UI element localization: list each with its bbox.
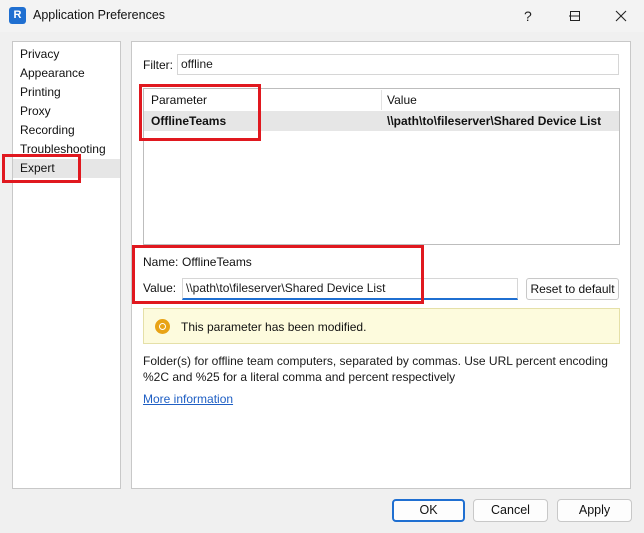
row-value-cell: \\path\to\fileserver\Shared Device List	[387, 114, 602, 128]
maximize-button[interactable]	[552, 0, 598, 32]
category-printing[interactable]: Printing	[13, 83, 120, 102]
more-information-link[interactable]: More information	[143, 392, 233, 406]
category-troubleshooting[interactable]: Troubleshooting	[13, 140, 120, 159]
help-button[interactable]: ?	[505, 0, 551, 32]
close-button[interactable]	[598, 0, 644, 32]
modified-notice: This parameter has been modified.	[143, 308, 620, 344]
close-icon	[615, 10, 627, 22]
category-privacy[interactable]: Privacy	[13, 45, 120, 64]
cancel-button[interactable]: Cancel	[473, 499, 548, 522]
category-recording[interactable]: Recording	[13, 121, 120, 140]
title-bar: R Application Preferences ?	[0, 0, 644, 32]
category-appearance[interactable]: Appearance	[13, 64, 120, 83]
filter-label: Filter:	[143, 58, 173, 72]
column-header-value[interactable]: Value	[387, 89, 417, 111]
category-expert[interactable]: Expert	[13, 159, 120, 178]
settings-panel: Filter: offline Parameter Value OfflineT…	[131, 41, 631, 489]
window-title: Application Preferences	[33, 8, 166, 22]
value-label: Value:	[143, 281, 177, 295]
table-row[interactable]: OfflineTeams \\path\to\fileserver\Shared…	[144, 111, 619, 131]
warning-icon	[155, 319, 170, 334]
category-list: Privacy Appearance Printing Proxy Record…	[12, 41, 121, 489]
app-icon: R	[9, 7, 26, 24]
parameter-table: Parameter Value OfflineTeams \\path\to\f…	[143, 88, 620, 245]
name-label: Name:	[143, 255, 179, 269]
maximize-icon	[570, 11, 580, 21]
column-separator[interactable]	[381, 90, 382, 110]
column-header-parameter[interactable]: Parameter	[151, 89, 207, 111]
row-parameter-cell: OfflineTeams	[151, 114, 227, 128]
help-icon: ?	[524, 9, 532, 23]
ok-button[interactable]: OK	[392, 499, 465, 522]
svg-text:?: ?	[524, 9, 532, 23]
filter-input[interactable]: offline	[177, 54, 619, 75]
reset-to-default-button[interactable]: Reset to default	[526, 278, 619, 300]
table-header: Parameter Value	[144, 89, 619, 112]
name-value: OfflineTeams	[182, 255, 252, 269]
value-input[interactable]: \\path\to\fileserver\Shared Device List	[182, 278, 518, 300]
apply-button[interactable]: Apply	[557, 499, 632, 522]
notice-text: This parameter has been modified.	[181, 320, 367, 334]
parameter-description: Folder(s) for offline team computers, se…	[143, 354, 608, 384]
category-proxy[interactable]: Proxy	[13, 102, 120, 121]
